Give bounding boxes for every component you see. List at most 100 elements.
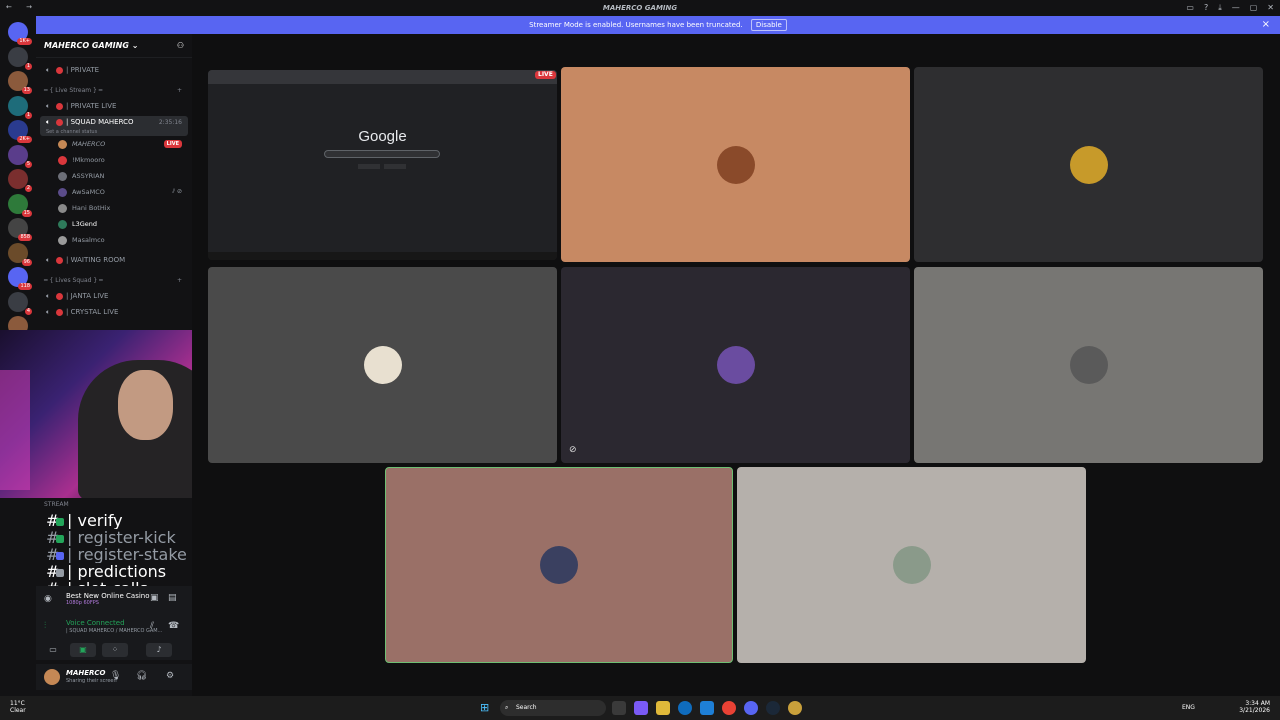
server-icon[interactable]: 5: [8, 144, 32, 168]
channel-timer: 2:35:16: [158, 119, 182, 126]
download-icon[interactable]: ⤓: [1218, 3, 1222, 13]
server-icon[interactable]: 1: [8, 95, 32, 119]
user-avatar: [58, 187, 67, 197]
screen-share-button[interactable]: ▣: [70, 643, 96, 657]
maximize-button[interactable]: ▢: [1250, 3, 1258, 13]
clock[interactable]: 3:34 AM 3/21/2026: [1239, 700, 1270, 714]
noise-suppression-icon[interactable]: ⫽: [150, 621, 154, 631]
server-icon[interactable]: 858: [8, 218, 32, 241]
text-channel-label: | predictions: [67, 563, 167, 580]
voice-user[interactable]: AwSaMCO ⫽ ⊘: [36, 184, 192, 200]
soundboard-button[interactable]: ♪: [146, 643, 172, 657]
video-tile[interactable]: [914, 67, 1263, 262]
banner-close-icon[interactable]: ×: [1262, 16, 1270, 34]
voice-user[interactable]: ASSYRIAN: [36, 168, 192, 184]
signal-icon[interactable]: ⫶: [44, 621, 46, 631]
video-tile[interactable]: [561, 67, 910, 262]
video-tile[interactable]: ⊘: [561, 267, 910, 463]
status-dot: [56, 66, 63, 74]
disable-streamer-mode-button[interactable]: Disable: [750, 19, 787, 31]
file-explorer-icon[interactable]: [656, 701, 670, 715]
video-tile[interactable]: [737, 467, 1086, 663]
speaker-icon: 🔈︎: [46, 118, 51, 126]
camera-button[interactable]: ▭: [40, 643, 66, 657]
server-icon[interactable]: 118: [8, 267, 32, 290]
voice-user[interactable]: L3Gend: [36, 216, 192, 232]
screen-share-tile[interactable]: Google: [208, 70, 557, 260]
voice-user[interactable]: Hani BotHix: [36, 200, 192, 216]
participant-avatar: [716, 145, 755, 184]
help-icon[interactable]: ?: [1204, 3, 1208, 13]
add-channel-icon[interactable]: +: [177, 274, 182, 288]
server-icon[interactable]: 13: [8, 71, 32, 94]
channel-crystal-live[interactable]: 🔈︎ | CRYSTAL LIVE: [36, 304, 192, 320]
copilot-icon[interactable]: [634, 701, 648, 715]
hash-icon: #: [46, 563, 60, 580]
taskbar-search[interactable]: ⌕ Search: [500, 700, 606, 716]
server-badge: 1: [24, 111, 32, 119]
text-channel[interactable]: # | predictions: [36, 563, 192, 580]
browser-chrome: [208, 70, 557, 84]
app-icon[interactable]: [788, 701, 802, 715]
gear-icon[interactable]: ⚙: [166, 671, 174, 681]
server-icon[interactable]: 4: [8, 291, 32, 315]
task-view-icon[interactable]: [612, 701, 626, 715]
voice-user-name: !Mkmooro: [72, 156, 105, 164]
voice-user[interactable]: Masalmco: [36, 232, 192, 248]
text-channel-list: STREAM # | verify # | register-kick # | regis…: [36, 498, 192, 597]
activities-button[interactable]: ⁘: [102, 643, 128, 657]
language-indicator[interactable]: ENG: [1182, 704, 1195, 711]
weather-widget[interactable]: 11°C Clear: [10, 700, 26, 714]
server-icon[interactable]: 2K+: [8, 120, 32, 143]
channel-private[interactable]: 🔈︎ | PRIVATE: [36, 62, 192, 78]
user-name[interactable]: MAHERCO: [66, 669, 106, 677]
edge-icon[interactable]: [678, 701, 692, 715]
server-icon[interactable]: 1: [8, 46, 32, 70]
voice-user-name: MAHERCO: [72, 140, 106, 148]
server-badge: 2: [24, 185, 32, 192]
server-icon[interactable]: 2: [8, 169, 32, 192]
mic-icon[interactable]: 🎙︎: [110, 671, 121, 681]
discord-taskbar-icon[interactable]: [744, 701, 758, 715]
stream-settings-icon[interactable]: ▣: [150, 593, 159, 603]
channel-status-text[interactable]: Set a channel status: [46, 129, 188, 135]
add-member-icon[interactable]: ⚇: [177, 34, 184, 58]
minimize-button[interactable]: —: [1232, 3, 1240, 13]
category-stream[interactable]: STREAM: [36, 498, 192, 512]
channel-waiting-room[interactable]: 🔈︎ | WAITING ROOM: [36, 252, 192, 268]
server-icon[interactable]: 96: [8, 242, 32, 266]
user-avatar: [58, 139, 67, 149]
text-channel[interactable]: # | verify: [36, 512, 192, 529]
inbox-icon[interactable]: ▭: [1186, 3, 1194, 13]
windows-start-icon[interactable]: ⊞: [480, 701, 489, 714]
channel-janta-live[interactable]: 🔈︎ | JANTA LIVE: [36, 288, 192, 304]
steam-icon[interactable]: [766, 701, 780, 715]
text-channel[interactable]: # | register-stake: [36, 546, 192, 563]
headphones-icon[interactable]: 🎧︎: [136, 671, 147, 681]
server-icon[interactable]: 1K+: [8, 22, 32, 45]
voice-user[interactable]: !Mkmooro: [36, 152, 192, 168]
category-lives-squad[interactable]: ━ { Lives Squad } ━ +: [36, 274, 192, 288]
channel-squad-selected[interactable]: 🔈︎ | SQUAD MAHERCO Set a channel status 2…: [40, 116, 188, 136]
server-icon[interactable]: 15: [8, 193, 32, 217]
voice-connected-label[interactable]: Voice Connected: [66, 619, 125, 627]
voice-channel-path[interactable]: | SQUAD MAHERCO / MAHERCO GAM...: [66, 628, 162, 634]
video-tile[interactable]: [385, 467, 733, 663]
stop-stream-icon[interactable]: ▤: [168, 593, 177, 603]
channel-private-live[interactable]: 🔈︎ | PRIVATE LIVE: [36, 98, 192, 114]
voice-user-name: L3Gend: [72, 220, 98, 228]
video-tile[interactable]: [208, 267, 557, 463]
disconnect-icon[interactable]: ☎: [168, 621, 179, 631]
text-channel[interactable]: # | register-kick: [36, 529, 192, 546]
close-window-button[interactable]: ✕: [1267, 3, 1274, 13]
add-channel-icon[interactable]: +: [177, 84, 182, 98]
category-live-stream[interactable]: ━ { Live Stream } ━ +: [36, 84, 192, 98]
user-avatar[interactable]: [44, 669, 60, 685]
guild-header[interactable]: MAHERCO GAMING ⌄ ⚇: [36, 34, 192, 58]
video-tile[interactable]: [914, 267, 1263, 463]
chrome-taskbar-icon[interactable]: [722, 701, 736, 715]
store-icon[interactable]: [700, 701, 714, 715]
voice-user[interactable]: MAHERCO LIVE: [36, 136, 192, 152]
weather-temp: 11°C: [10, 700, 25, 707]
participant-avatar: [363, 346, 402, 384]
